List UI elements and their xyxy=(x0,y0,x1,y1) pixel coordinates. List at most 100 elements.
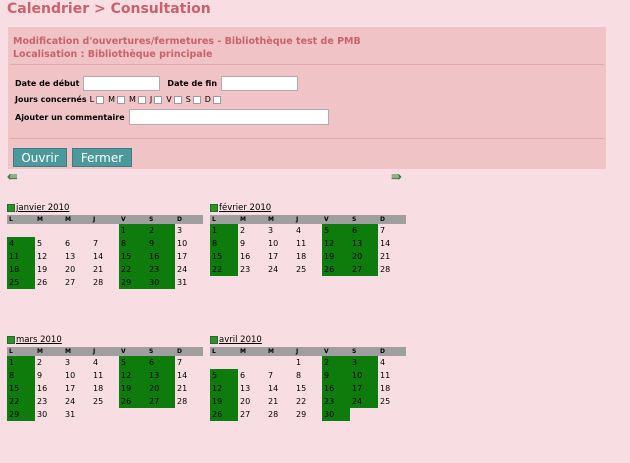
day-cell[interactable]: 2 xyxy=(35,356,63,369)
day-cell-open[interactable]: 22 xyxy=(210,263,238,276)
date-fin-input[interactable] xyxy=(221,76,299,91)
day-cell-open[interactable]: 26 xyxy=(119,395,147,408)
calendar-title-fevrier[interactable]: février 2010 xyxy=(210,203,406,213)
day-cell[interactable]: 11 xyxy=(294,237,322,250)
day-cell-open[interactable]: 11 xyxy=(7,250,35,263)
next-month-icon[interactable]: ⇛ xyxy=(391,170,402,185)
day-cell[interactable]: 17 xyxy=(266,250,294,263)
day-cell[interactable]: 18 xyxy=(91,382,119,395)
day-cell-open[interactable]: 27 xyxy=(147,395,175,408)
day-cell-open[interactable]: 10 xyxy=(350,369,378,382)
day-cell-open[interactable]: 1 xyxy=(7,356,35,369)
day-cell[interactable]: 26 xyxy=(35,276,63,289)
day-cell-open[interactable]: 12 xyxy=(322,237,350,250)
day-cell-open[interactable]: 16 xyxy=(147,250,175,263)
day-cell[interactable]: 9 xyxy=(238,237,266,250)
checkbox-samedi[interactable] xyxy=(192,95,201,104)
calendar-title-janvier[interactable]: janvier 2010 xyxy=(7,203,203,213)
day-cell[interactable]: 25 xyxy=(378,395,406,408)
day-cell-open[interactable]: 22 xyxy=(119,263,147,276)
day-cell-open[interactable]: 12 xyxy=(210,382,238,395)
day-cell-open[interactable]: 26 xyxy=(210,408,238,421)
day-cell[interactable]: 20 xyxy=(238,395,266,408)
day-cell-open[interactable]: 3 xyxy=(350,356,378,369)
day-cell-open[interactable]: 19 xyxy=(119,382,147,395)
day-cell-open[interactable]: 18 xyxy=(7,263,35,276)
day-cell[interactable]: 10 xyxy=(266,237,294,250)
day-cell[interactable]: 1 xyxy=(294,356,322,369)
day-cell[interactable]: 14 xyxy=(378,237,406,250)
day-cell[interactable]: 7 xyxy=(378,224,406,237)
calendar-title-avril[interactable]: avril 2010 xyxy=(210,335,406,345)
day-cell[interactable]: 19 xyxy=(35,263,63,276)
day-cell[interactable]: 14 xyxy=(266,382,294,395)
day-cell[interactable]: 25 xyxy=(91,395,119,408)
day-cell[interactable]: 3 xyxy=(63,356,91,369)
day-cell[interactable]: 22 xyxy=(294,395,322,408)
day-cell[interactable]: 23 xyxy=(238,263,266,276)
day-cell[interactable]: 3 xyxy=(266,224,294,237)
day-cell[interactable]: 18 xyxy=(294,250,322,263)
day-cell[interactable]: 11 xyxy=(91,369,119,382)
day-cell-open[interactable]: 13 xyxy=(350,237,378,250)
day-cell-open[interactable]: 20 xyxy=(147,382,175,395)
day-cell[interactable]: 23 xyxy=(35,395,63,408)
day-cell-open[interactable]: 16 xyxy=(322,382,350,395)
day-cell-open[interactable]: 27 xyxy=(350,263,378,276)
day-cell[interactable]: 3 xyxy=(175,224,203,237)
day-cell[interactable]: 28 xyxy=(378,263,406,276)
day-cell[interactable]: 7 xyxy=(266,369,294,382)
day-cell-open[interactable]: 29 xyxy=(7,408,35,421)
day-cell-open[interactable]: 8 xyxy=(210,237,238,250)
day-cell[interactable]: 24 xyxy=(266,263,294,276)
day-cell-open[interactable]: 2 xyxy=(322,356,350,369)
day-cell[interactable]: 8 xyxy=(294,369,322,382)
day-cell[interactable]: 13 xyxy=(238,382,266,395)
day-cell[interactable]: 21 xyxy=(266,395,294,408)
day-cell[interactable]: 16 xyxy=(35,382,63,395)
day-cell[interactable]: 10 xyxy=(175,237,203,250)
day-cell[interactable]: 17 xyxy=(63,382,91,395)
day-cell[interactable]: 7 xyxy=(91,237,119,250)
day-cell[interactable]: 6 xyxy=(238,369,266,382)
day-cell[interactable]: 21 xyxy=(378,250,406,263)
day-cell[interactable]: 4 xyxy=(378,356,406,369)
day-cell[interactable]: 4 xyxy=(294,224,322,237)
day-cell[interactable]: 5 xyxy=(35,237,63,250)
day-cell[interactable]: 27 xyxy=(238,408,266,421)
day-cell-open[interactable]: 1 xyxy=(210,224,238,237)
day-cell-open[interactable]: 8 xyxy=(7,369,35,382)
day-cell[interactable]: 21 xyxy=(91,263,119,276)
day-cell[interactable]: 14 xyxy=(91,250,119,263)
day-cell-open[interactable]: 20 xyxy=(350,250,378,263)
day-cell-open[interactable]: 8 xyxy=(119,237,147,250)
checkbox-vendredi[interactable] xyxy=(173,95,182,104)
day-cell-open[interactable]: 24 xyxy=(350,395,378,408)
previous-month-icon[interactable]: ⇚ xyxy=(7,170,18,185)
day-cell-open[interactable]: 5 xyxy=(119,356,147,369)
day-cell[interactable]: 29 xyxy=(294,408,322,421)
day-cell-open[interactable]: 15 xyxy=(210,250,238,263)
day-cell-open[interactable]: 25 xyxy=(7,276,35,289)
day-cell[interactable]: 18 xyxy=(378,382,406,395)
day-cell-open[interactable]: 22 xyxy=(7,395,35,408)
day-cell[interactable]: 30 xyxy=(35,408,63,421)
day-cell-open[interactable]: 30 xyxy=(322,408,350,421)
day-cell-open[interactable]: 29 xyxy=(119,276,147,289)
day-cell[interactable]: 10 xyxy=(63,369,91,382)
day-cell-open[interactable]: 4 xyxy=(7,237,35,250)
day-cell-open[interactable]: 30 xyxy=(147,276,175,289)
checkbox-mercredi[interactable] xyxy=(137,95,146,104)
day-cell[interactable]: 15 xyxy=(294,382,322,395)
day-cell-open[interactable]: 15 xyxy=(7,382,35,395)
day-cell-open[interactable]: 2 xyxy=(147,224,175,237)
day-cell[interactable]: 21 xyxy=(175,382,203,395)
day-cell[interactable]: 7 xyxy=(175,356,203,369)
day-cell[interactable]: 6 xyxy=(63,237,91,250)
checkbox-mardi[interactable] xyxy=(116,95,125,104)
date-debut-input[interactable] xyxy=(83,76,161,91)
day-cell[interactable]: 14 xyxy=(175,369,203,382)
calendar-title-mars[interactable]: mars 2010 xyxy=(7,335,203,345)
day-cell[interactable]: 28 xyxy=(175,395,203,408)
day-cell-open[interactable]: 12 xyxy=(119,369,147,382)
